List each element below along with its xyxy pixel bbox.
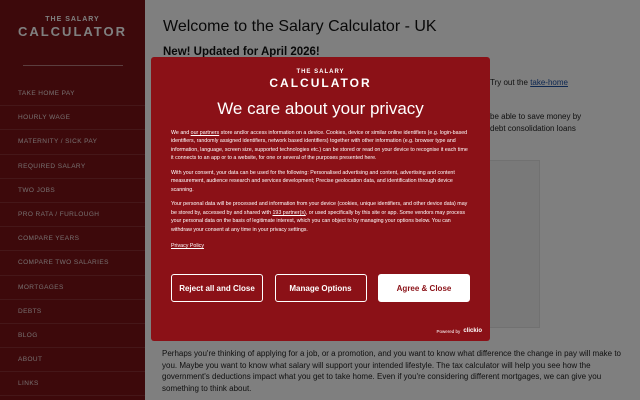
dialog-title: We care about your privacy <box>217 99 424 118</box>
powered-by-label: Powered by <box>436 328 461 334</box>
manage-options-button[interactable]: Manage Options <box>274 274 367 303</box>
dialog-logo: THE SALARY CALCULATOR <box>171 69 470 90</box>
powered-by: Powered by clickio <box>437 328 482 334</box>
p1-start: We and <box>171 130 191 136</box>
dialog-buttons: Reject all and Close Manage Options Agre… <box>171 274 470 303</box>
consent-paragraph-3: Your personal data will be processed and… <box>171 200 470 234</box>
reject-all-button[interactable]: Reject all and Close <box>171 274 263 303</box>
privacy-policy-link[interactable]: Privacy Policy <box>171 243 204 249</box>
dialog-logo-top: THE SALARY <box>296 69 345 75</box>
agree-close-button[interactable]: Agree & Close <box>378 274 470 303</box>
dialog-logo-main: CALCULATOR <box>269 76 372 90</box>
partners-count-link[interactable]: 193 partner(s) <box>272 210 305 216</box>
clickio-logo[interactable]: clickio <box>463 328 482 334</box>
consent-paragraph-1: We and our partners store and/or access … <box>171 129 470 163</box>
our-partners-link[interactable]: our partners <box>191 130 220 136</box>
privacy-consent-dialog: THE SALARY CALCULATOR We care about your… <box>151 57 490 341</box>
consent-paragraph-2: With your consent, your data can be used… <box>171 169 455 193</box>
